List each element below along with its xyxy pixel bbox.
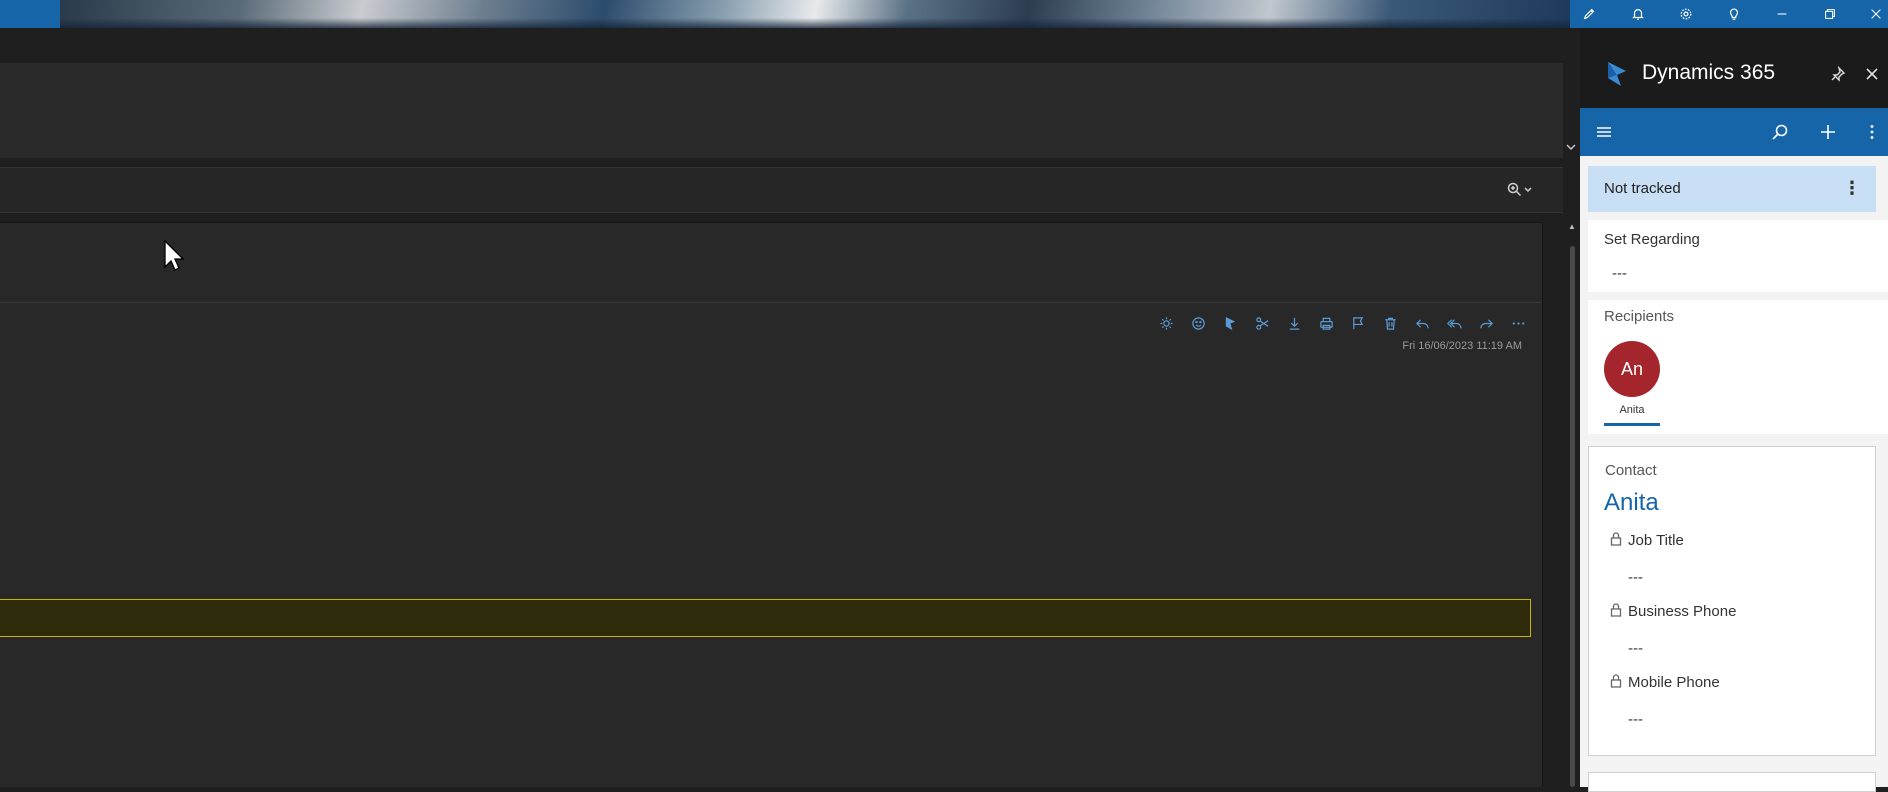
banner-image <box>60 0 1570 28</box>
restore-icon[interactable] <box>1810 0 1850 28</box>
print-icon[interactable] <box>1310 312 1342 334</box>
minimize-icon[interactable] <box>1762 0 1802 28</box>
lightbulb-icon[interactable] <box>1714 0 1754 28</box>
reply-icon[interactable] <box>1406 312 1438 334</box>
subject-area <box>0 223 1542 303</box>
more-vertical-icon[interactable] <box>1856 108 1888 156</box>
reply-all-icon[interactable] <box>1438 312 1470 334</box>
chevron-down-icon[interactable] <box>1563 136 1578 158</box>
flag-icon[interactable] <box>1342 312 1374 334</box>
avatar[interactable]: An <box>1604 341 1660 397</box>
mobile-phone-label: Mobile Phone <box>1628 674 1720 691</box>
pin-icon[interactable] <box>1826 62 1850 86</box>
lock-icon <box>1609 602 1623 618</box>
close-panel-icon[interactable] <box>1860 62 1884 86</box>
hamburger-menu-icon[interactable] <box>1586 108 1622 156</box>
sun-icon[interactable] <box>1150 312 1182 334</box>
gear-icon[interactable] <box>1666 0 1706 28</box>
zoom-bar <box>0 167 1563 213</box>
forward-icon[interactable] <box>1470 312 1502 334</box>
business-phone-value: --- <box>1628 640 1643 657</box>
more-icon[interactable] <box>1502 312 1534 334</box>
bell-icon[interactable] <box>1618 0 1658 28</box>
lock-icon <box>1609 531 1623 547</box>
zoom-button[interactable] <box>1502 176 1538 202</box>
mouse-cursor-icon <box>164 239 186 272</box>
download-icon[interactable] <box>1278 312 1310 334</box>
contact-name-link[interactable]: Anita <box>1604 489 1659 517</box>
lock-icon <box>1609 673 1623 689</box>
recipient-name[interactable]: Anita <box>1604 404 1660 416</box>
tracking-status-label: Not tracked <box>1604 180 1681 197</box>
emoji-icon[interactable] <box>1182 312 1214 334</box>
mobile-phone-value: --- <box>1628 711 1643 728</box>
message-toolbar <box>1150 312 1534 334</box>
next-card <box>1588 772 1876 792</box>
close-window-icon[interactable] <box>1856 0 1888 28</box>
reading-pane <box>0 222 1543 787</box>
scroll-thumb[interactable] <box>1570 246 1575 787</box>
set-regarding-label: Set Regarding <box>1604 231 1700 248</box>
set-regarding-value[interactable]: --- <box>1612 265 1627 282</box>
message-date: Fri 16/06/2023 11:19 AM <box>1402 340 1522 352</box>
side-panel-title: Dynamics 365 <box>1642 61 1776 84</box>
job-title-label: Job Title <box>1628 532 1684 549</box>
tracking-more-icon[interactable]: ⋮ <box>1840 178 1864 202</box>
search-icon[interactable] <box>1762 108 1798 156</box>
job-title-value: --- <box>1628 569 1643 586</box>
edit-icon[interactable] <box>1570 0 1610 28</box>
highlighted-banner <box>0 599 1531 637</box>
dynamics-logo-icon <box>1606 60 1628 88</box>
contact-type-label: Contact <box>1605 462 1657 479</box>
add-icon[interactable] <box>1810 108 1846 156</box>
delete-icon[interactable] <box>1374 312 1406 334</box>
selected-recipient-indicator <box>1604 423 1660 426</box>
message-header-panel <box>0 63 1563 158</box>
dynamics-icon[interactable] <box>1214 312 1246 334</box>
recipients-label: Recipients <box>1604 308 1675 325</box>
business-phone-label: Business Phone <box>1628 603 1737 620</box>
scroll-up-icon[interactable]: ▲ <box>1566 222 1578 236</box>
scissors-icon[interactable] <box>1246 312 1278 334</box>
